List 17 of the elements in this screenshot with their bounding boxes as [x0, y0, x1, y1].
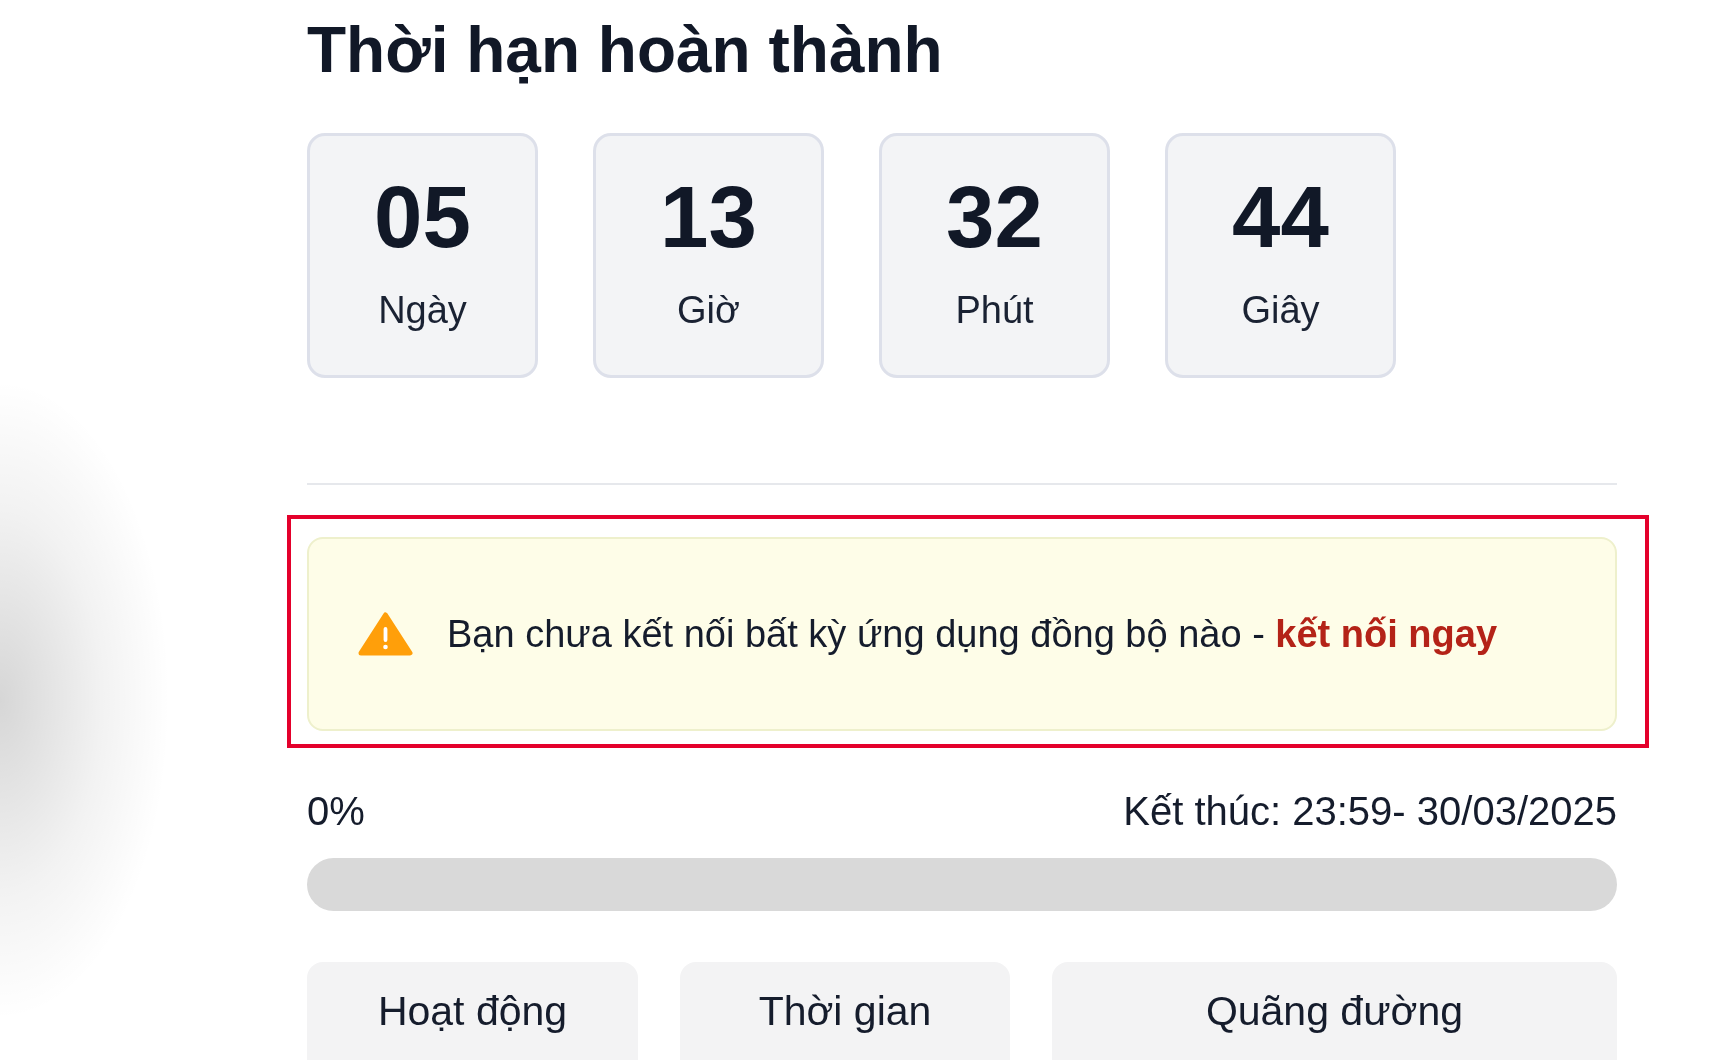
stat-label: Hoạt động	[377, 988, 568, 1034]
countdown-unit: Giờ	[677, 291, 740, 329]
countdown-unit: Ngày	[378, 291, 467, 329]
countdown-value: 13	[660, 173, 757, 260]
countdown-value: 44	[1232, 173, 1329, 260]
connect-link[interactable]: kết nối ngay	[1275, 613, 1498, 655]
countdown-value: 05	[374, 173, 471, 260]
stat-label: Quãng đường	[1205, 988, 1464, 1034]
warning-message: Bạn chưa kết nối bất kỳ ứng dụng đồng bộ nào - kết nối ngay	[447, 612, 1498, 656]
stat-label: Thời gian	[758, 988, 932, 1034]
countdown-value: 32	[946, 173, 1043, 260]
page-title: Thời hạn hoàn thành	[307, 18, 943, 82]
warning-icon	[358, 612, 413, 656]
progress-percent: 0%	[307, 791, 365, 831]
countdown-unit: Giây	[1241, 291, 1320, 329]
end-time-label: Kết thúc: 23:59- 30/03/2025	[1123, 791, 1617, 831]
countdown-unit: Phút	[955, 291, 1034, 329]
